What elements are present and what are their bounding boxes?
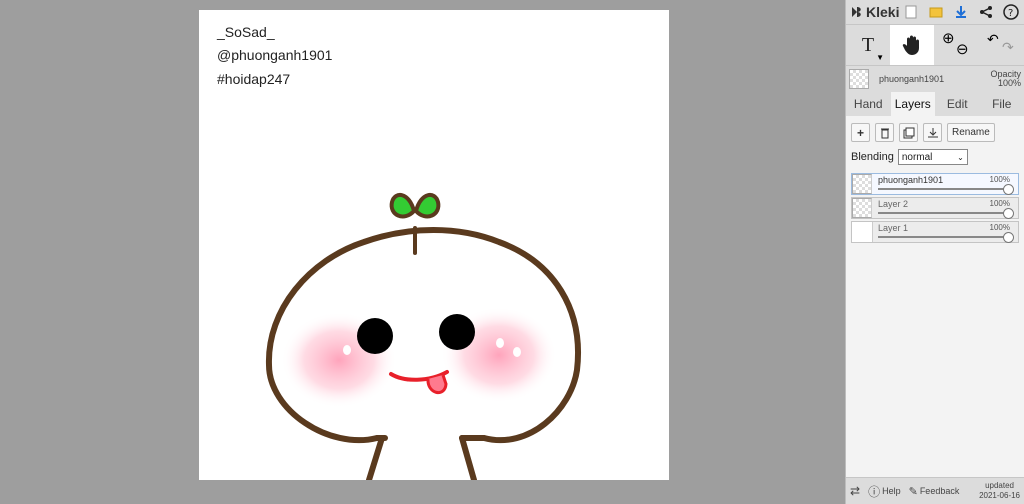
- app-logo: Kleki: [850, 4, 899, 20]
- download-icon[interactable]: [951, 3, 970, 22]
- blending-select[interactable]: normal ⌄: [897, 149, 968, 165]
- layer-opacity: 100%: [989, 175, 1010, 184]
- chevron-down-icon[interactable]: ▼: [876, 53, 884, 62]
- duplicate-layer-button[interactable]: [899, 123, 918, 142]
- text-tool[interactable]: T ▼: [846, 25, 890, 65]
- left-body-line: [366, 435, 385, 480]
- opacity-value: 100%: [997, 78, 1021, 88]
- right-eye: [439, 314, 475, 350]
- feedback-button[interactable]: ✎ Feedback: [905, 485, 964, 498]
- sprout-leaf-right: [413, 193, 441, 219]
- layer-item[interactable]: Layer 1 100%: [851, 221, 1019, 243]
- slider-handle[interactable]: [1003, 232, 1014, 243]
- slider-handle[interactable]: [1003, 184, 1014, 195]
- hand-tool[interactable]: [890, 25, 934, 65]
- layer-opacity-slider[interactable]: [878, 188, 1008, 190]
- zoom-tools: ⊕ ⊖: [934, 25, 978, 65]
- trash-icon: [880, 128, 889, 138]
- tool-row: T ▼ ⊕ ⊖ ↶ ↷: [846, 25, 1024, 66]
- left-cheek-highlight: [343, 345, 351, 355]
- layer-name: phuonganh1901: [878, 175, 944, 185]
- layer-opacity-slider[interactable]: [878, 236, 1008, 238]
- swap-icon: ⇄: [850, 484, 861, 498]
- slider-handle[interactable]: [1003, 208, 1014, 219]
- help-icon: ⓘ: [868, 484, 881, 499]
- character-drawing: [265, 193, 581, 480]
- current-layer-thumbnail: [849, 69, 869, 89]
- top-toolbar: Kleki ?: [846, 0, 1024, 25]
- update-info[interactable]: updated 2021-06-16: [979, 481, 1024, 501]
- workspace[interactable]: _SoSad_ @phuonganh1901 #hoidap247: [0, 0, 845, 504]
- drawing-canvas[interactable]: _SoSad_ @phuonganh1901 #hoidap247: [199, 10, 669, 480]
- tab-hand[interactable]: Hand: [846, 92, 891, 116]
- text-tool-label: T: [861, 33, 875, 56]
- delete-layer-button[interactable]: [875, 123, 894, 142]
- layer-name: Layer 1: [878, 223, 909, 233]
- zoom-out-icon[interactable]: ⊖: [956, 40, 969, 58]
- swap-side-button[interactable]: ⇄: [846, 484, 864, 498]
- open-icon[interactable]: [926, 3, 945, 22]
- redo-icon[interactable]: ↷: [1002, 39, 1014, 56]
- updated-date: 2021-06-16: [979, 491, 1020, 500]
- layer-item[interactable]: phuonganh1901 100%: [851, 173, 1019, 195]
- help-label: Help: [882, 486, 901, 496]
- layer-opacity: 100%: [989, 199, 1010, 208]
- left-eye: [357, 318, 393, 354]
- svg-text:?: ?: [1008, 8, 1013, 19]
- layer-thumbnail: [852, 198, 872, 218]
- duplicate-icon: [903, 127, 914, 138]
- layer-opacity: 100%: [989, 223, 1010, 232]
- layer-thumbnail: [852, 222, 873, 242]
- app-name: Kleki: [866, 4, 900, 20]
- right-cheek-highlight: [513, 347, 521, 357]
- kleki-logo-icon: [852, 7, 861, 17]
- right-body-line: [459, 435, 477, 480]
- tab-layers[interactable]: Layers: [890, 92, 935, 116]
- tab-edit[interactable]: Edit: [935, 92, 980, 116]
- plus-icon: +: [856, 125, 864, 140]
- footer-bar: ⇄ ⓘ Help ✎ Feedback updated 2021-06-16: [846, 477, 1024, 504]
- help-icon[interactable]: ?: [1001, 3, 1020, 22]
- feedback-icon: ✎: [908, 485, 918, 498]
- tab-bar: Hand Layers Edit File: [846, 92, 1024, 116]
- help-button[interactable]: ⓘ Help: [864, 483, 905, 500]
- layers-panel: + Rename Blending normal ⌄ phuonganh1901…: [846, 116, 1024, 502]
- sprout-leaf-left: [389, 193, 417, 219]
- current-layer-header[interactable]: phuonganh1901 Opacity 100%: [846, 66, 1024, 92]
- blending-value: normal: [901, 151, 933, 163]
- merge-layer-button[interactable]: [923, 123, 942, 142]
- feedback-label: Feedback: [919, 486, 960, 496]
- updated-label: updated: [985, 481, 1014, 490]
- sidebar: Kleki ? T ▼ ⊕ ⊖ ↶ ↷ phuonganh1901 Opacit…: [845, 0, 1024, 504]
- merge-down-icon: [927, 127, 938, 137]
- chevron-down-icon: ⌄: [957, 152, 964, 162]
- layer-item[interactable]: Layer 2 100%: [851, 197, 1019, 219]
- share-icon[interactable]: [976, 3, 995, 22]
- layer-name: Layer 2: [878, 199, 909, 209]
- blending-label: Blending: [851, 151, 894, 163]
- undo-icon[interactable]: ↶: [987, 31, 999, 48]
- tab-file[interactable]: File: [980, 92, 1024, 116]
- add-layer-button[interactable]: +: [851, 123, 870, 142]
- current-layer-name: phuonganh1901: [879, 74, 945, 84]
- rename-button[interactable]: Rename: [947, 123, 995, 142]
- new-image-icon[interactable]: [901, 3, 920, 22]
- hand-icon: [902, 35, 919, 55]
- layer-opacity-slider[interactable]: [878, 212, 1008, 214]
- layer-thumbnail: [852, 174, 872, 194]
- history-tools: ↶ ↷: [978, 25, 1022, 65]
- zoom-in-icon[interactable]: ⊕: [942, 29, 955, 47]
